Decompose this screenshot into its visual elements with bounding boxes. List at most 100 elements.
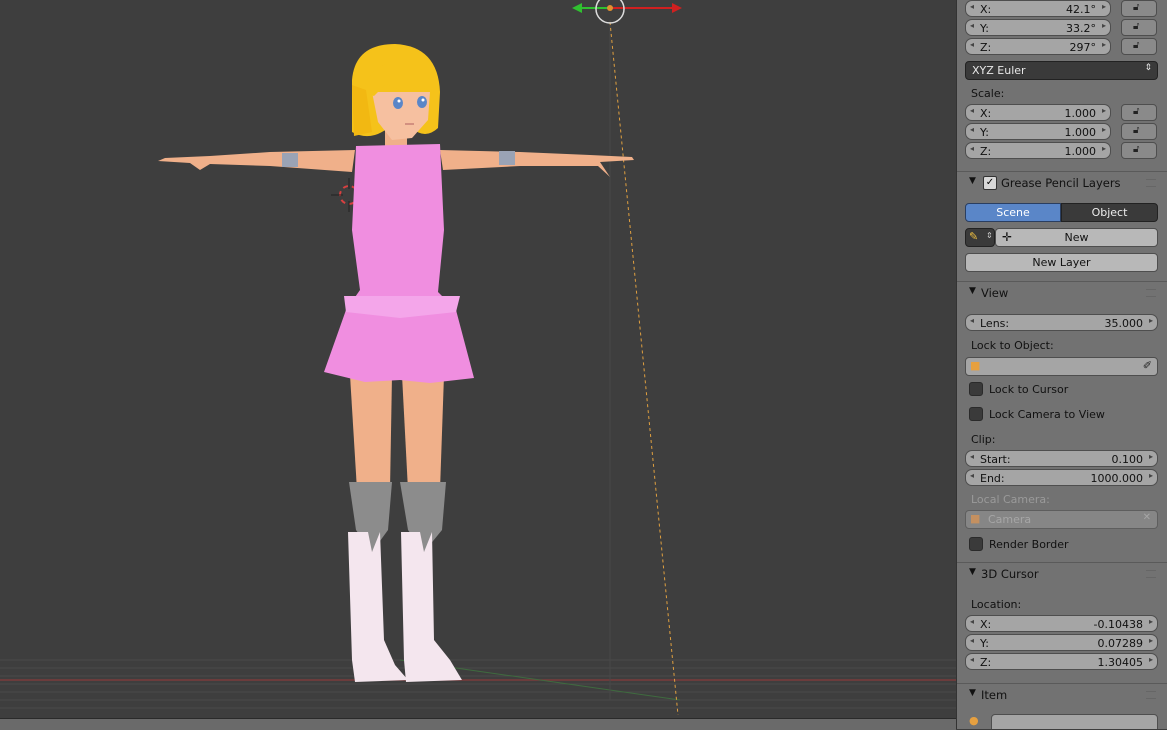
rotation-x-field[interactable]: ◂ X: 42.1° ▸ [965, 0, 1111, 17]
clear-x-icon[interactable]: ✕ [1143, 512, 1151, 523]
camera-placeholder: Camera [988, 513, 1032, 526]
3d-viewport[interactable] [0, 0, 956, 718]
clip-start-label: Start: [980, 453, 1011, 466]
clip-label: Clip: [971, 433, 996, 446]
scale-z-label: Z: [980, 145, 992, 158]
local-camera-label: Local Camera: [971, 493, 1050, 506]
rotation-y-value: 33.2° [1066, 22, 1096, 35]
lock-to-cursor-label: Lock to Cursor [989, 383, 1069, 396]
scale-x-lock-button[interactable]: 🔓︎ [1121, 104, 1157, 121]
tab-scene-label: Scene [996, 206, 1030, 219]
lock-icon: 🔓︎ [1133, 106, 1140, 117]
new-label: New [1064, 231, 1089, 244]
lock-icon: 🔓︎ [1133, 144, 1140, 155]
cursor-z-value: 1.30405 [1097, 656, 1144, 669]
lock-to-object-label: Lock to Object: [971, 339, 1054, 352]
transform-widget-icon[interactable] [572, 0, 682, 24]
3d-cursor-title: 3D Cursor [981, 567, 1039, 581]
tab-object-label: Object [1091, 206, 1128, 219]
cursor-x-field[interactable]: ◂ X: -0.10438 ▸ [965, 615, 1158, 632]
new-layer-button[interactable]: New Layer [965, 253, 1158, 272]
rotation-x-label: X: [980, 3, 992, 16]
viewport-header-bar[interactable] [0, 718, 956, 730]
item-object-icon: ● [969, 714, 979, 727]
lock-icon: 🔓︎ [1133, 40, 1140, 51]
cursor-y-field[interactable]: ◂ Y: 0.07289 ▸ [965, 634, 1158, 651]
collapse-triangle-icon: ▼ [969, 688, 976, 698]
rotation-z-value: 297° [1069, 41, 1097, 54]
collapse-triangle-icon: ▼ [969, 286, 976, 296]
new-layer-label: New Layer [1032, 256, 1091, 269]
character-model[interactable] [158, 44, 634, 682]
rotation-y-label: Y: [980, 22, 989, 35]
drag-grip-icon[interactable] [1146, 570, 1156, 578]
lens-field[interactable]: ◂ Lens: 35.000 ▸ [965, 314, 1158, 331]
rotation-z-lock-button[interactable]: 🔓︎ [1121, 38, 1157, 55]
scale-label: Scale: [971, 87, 1005, 100]
item-title: Item [981, 688, 1008, 702]
drag-grip-icon[interactable] [1146, 289, 1156, 297]
grease-pencil-header[interactable]: ▼ ✓ Grease Pencil Layers [957, 171, 1167, 194]
grease-pencil-checkbox[interactable]: ✓ [983, 176, 997, 190]
clip-end-label: End: [980, 472, 1005, 485]
rotation-mode-value: XYZ Euler [972, 64, 1026, 77]
plus-icon: ✛ [1002, 230, 1013, 244]
lens-label: Lens: [980, 317, 1010, 330]
eyedropper-icon[interactable]: ✐ [1143, 359, 1152, 372]
local-camera-field[interactable]: ■ Camera ✕ [965, 510, 1158, 529]
scale-x-label: X: [980, 107, 992, 120]
clip-start-field[interactable]: ◂ Start: 0.100 ▸ [965, 450, 1158, 467]
scale-y-field[interactable]: ◂ Y: 1.000 ▸ [965, 123, 1111, 140]
lock-icon: 🔓︎ [1133, 125, 1140, 136]
scale-x-value: 1.000 [1064, 107, 1097, 120]
cursor-x-value: -0.10438 [1093, 618, 1143, 631]
view-title: View [981, 286, 1009, 300]
scale-z-value: 1.000 [1064, 145, 1097, 158]
lock-object-field[interactable]: ■ ✐ [965, 357, 1158, 376]
tab-scene[interactable]: Scene [965, 203, 1061, 222]
pencil-type-selector[interactable]: ✎ ⇕ [965, 228, 995, 247]
rotation-x-lock-button[interactable]: 🔓︎ [1121, 0, 1157, 17]
lens-value: 35.000 [1104, 317, 1144, 330]
3d-cursor-header[interactable]: ▼ 3D Cursor [957, 562, 1167, 585]
collapse-triangle-icon: ▼ [969, 567, 976, 577]
properties-panel: ◂ X: 42.1° ▸ 🔓︎ ◂ Y: 33.2° ▸ 🔓︎ ◂ Z: 297° ▸ 🔓︎… [956, 0, 1167, 729]
object-cube-icon: ■ [970, 359, 981, 372]
rotation-z-field[interactable]: ◂ Z: 297° ▸ [965, 38, 1111, 55]
tab-object[interactable]: Object [1061, 203, 1158, 222]
rotation-z-label: Z: [980, 41, 992, 54]
relationship-line [609, 21, 679, 716]
camera-cube-icon: ■ [970, 512, 981, 525]
cursor-y-label: Y: [980, 637, 989, 650]
location-label: Location: [971, 598, 1022, 611]
pencil-icon: ✎ [969, 230, 979, 243]
floor-grid [0, 659, 956, 709]
view-header[interactable]: ▼ View [957, 281, 1167, 304]
new-grease-pencil-button[interactable]: ✛ New [995, 228, 1158, 247]
drag-grip-icon[interactable] [1146, 179, 1156, 187]
lock-icon: 🔓︎ [1133, 2, 1140, 13]
lock-to-cursor-checkbox[interactable] [969, 382, 983, 396]
scale-y-label: Y: [980, 126, 989, 139]
lock-camera-to-view-label: Lock Camera to View [989, 408, 1105, 421]
scale-x-field[interactable]: ◂ X: 1.000 ▸ [965, 104, 1111, 121]
cursor-z-field[interactable]: ◂ Z: 1.30405 ▸ [965, 653, 1158, 670]
scale-y-lock-button[interactable]: 🔓︎ [1121, 123, 1157, 140]
scale-z-field[interactable]: ◂ Z: 1.000 ▸ [965, 142, 1111, 159]
dropdown-arrows-icon: ⇕ [1144, 63, 1152, 73]
rotation-y-lock-button[interactable]: 🔓︎ [1121, 19, 1157, 36]
rotation-mode-dropdown[interactable]: XYZ Euler ⇕ [965, 61, 1158, 80]
lock-camera-to-view-checkbox[interactable] [969, 407, 983, 421]
item-name-field[interactable] [991, 714, 1158, 729]
scale-z-lock-button[interactable]: 🔓︎ [1121, 142, 1157, 159]
scene-render [0, 0, 956, 716]
checkmark-icon: ✓ [985, 177, 995, 188]
render-border-checkbox[interactable] [969, 537, 983, 551]
rotation-y-field[interactable]: ◂ Y: 33.2° ▸ [965, 19, 1111, 36]
cursor-x-label: X: [980, 618, 992, 631]
collapse-triangle-icon: ▼ [969, 176, 976, 186]
drag-grip-icon[interactable] [1146, 691, 1156, 699]
clip-end-field[interactable]: ◂ End: 1000.000 ▸ [965, 469, 1158, 486]
item-header[interactable]: ▼ Item [957, 683, 1167, 706]
lock-icon: 🔓︎ [1133, 21, 1140, 32]
